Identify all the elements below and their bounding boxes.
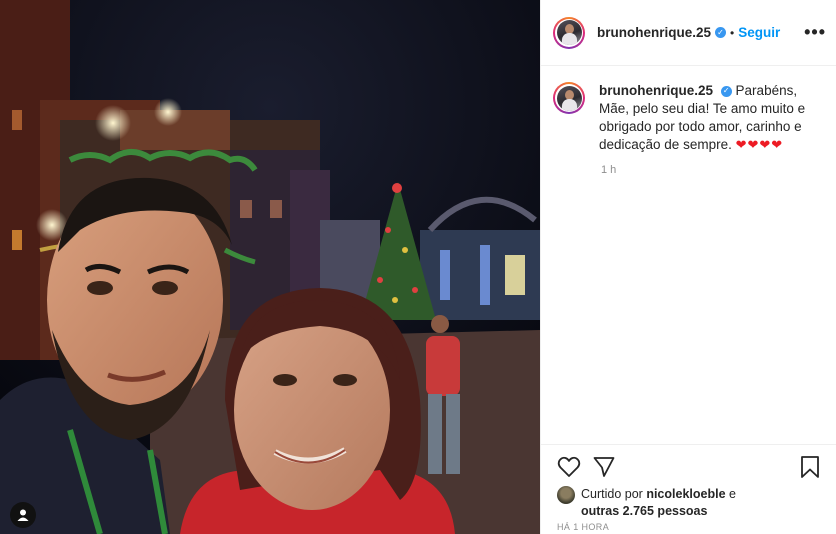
post-timestamp[interactable]: HÁ 1 HORA	[557, 522, 609, 532]
bookmark-icon[interactable]	[800, 455, 820, 479]
verified-badge-icon: ✓	[720, 85, 732, 97]
caption: brunohenrique.25 ✓ Parabéns, Mãe, pelo s…	[599, 82, 811, 154]
paper-plane-icon[interactable]	[593, 456, 615, 478]
likes-summary: Curtido por nicolekloeble e outras 2.765…	[557, 486, 736, 520]
separator-dot: •	[730, 25, 735, 40]
post-photo[interactable]	[0, 0, 540, 534]
caption-time[interactable]: 1 h	[601, 164, 836, 176]
liked-by-suffix: e	[729, 487, 736, 501]
liked-by-prefix: Curtido por	[581, 487, 643, 501]
caption-hearts: ❤❤❤❤	[735, 137, 784, 152]
author-username[interactable]: brunohenrique.25	[597, 25, 711, 40]
caption-username[interactable]: brunohenrique.25	[599, 83, 713, 98]
user-tag-button[interactable]	[10, 502, 36, 528]
post-header: brunohenrique.25 ✓ • Seguir •••	[541, 0, 836, 66]
caption-row: brunohenrique.25 ✓ Parabéns, Mãe, pelo s…	[541, 66, 836, 154]
avatar[interactable]	[553, 16, 585, 49]
liker-avatar[interactable]	[557, 486, 575, 504]
post-photo-image	[0, 0, 540, 534]
heart-outline-icon[interactable]	[557, 456, 581, 478]
caption-avatar[interactable]	[553, 82, 585, 114]
liked-by-user[interactable]: nicolekloeble	[646, 487, 725, 501]
post-side-panel: brunohenrique.25 ✓ • Seguir ••• brunohen…	[540, 0, 836, 534]
liked-by-others[interactable]: outras 2.765 pessoas	[581, 504, 707, 518]
verified-badge-icon: ✓	[715, 27, 727, 38]
action-bar	[541, 444, 836, 489]
more-options-icon[interactable]: •••	[804, 22, 826, 43]
user-tag-icon	[17, 509, 29, 521]
follow-button[interactable]: Seguir	[738, 25, 780, 40]
